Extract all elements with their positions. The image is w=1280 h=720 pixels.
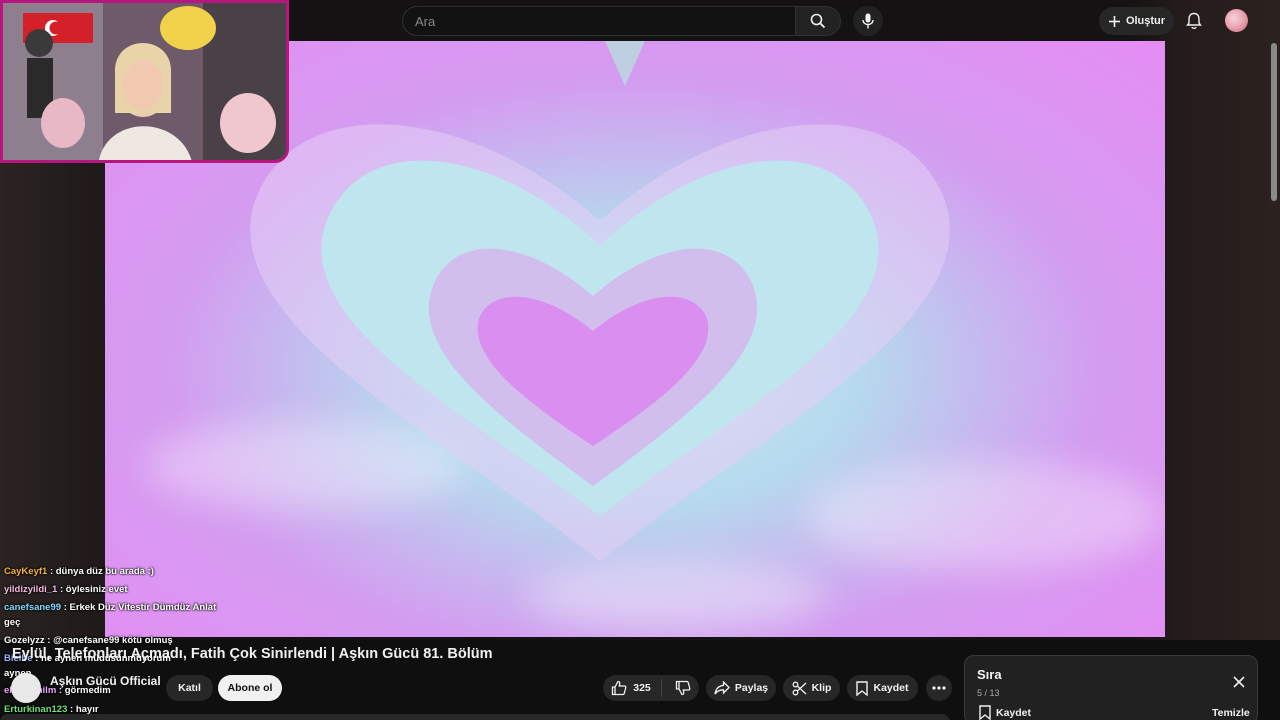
share-button[interactable]: Paylaş (706, 675, 776, 701)
youtube-watch-page: Oluştur CayKeyf1 : dünya düz bu arada :)… (0, 0, 1280, 720)
account-avatar[interactable] (1225, 9, 1248, 32)
more-horizontal-icon (932, 686, 946, 690)
search-input[interactable] (403, 7, 796, 35)
search-icon (810, 13, 826, 29)
page-scrollbar[interactable] (1271, 43, 1277, 201)
video-title: Eylül, Telefonları Açmadı, Fatih Çok Sin… (12, 646, 493, 662)
scissors-icon (792, 681, 807, 695)
description-box[interactable] (0, 714, 950, 720)
create-label: Oluştur (1125, 15, 1166, 27)
close-icon[interactable] (1231, 674, 1247, 690)
channel-avatar[interactable] (11, 673, 41, 703)
queue-title: Sıra (977, 667, 1002, 682)
clip-label: Klip (811, 682, 832, 694)
voice-search-button[interactable] (853, 6, 883, 36)
queue-save-button[interactable]: Kaydet (979, 705, 1031, 720)
search-box (402, 6, 796, 36)
bookmark-icon (856, 680, 869, 696)
clip-button[interactable]: Klip (783, 675, 840, 701)
notifications-button[interactable] (1182, 9, 1206, 33)
create-button[interactable]: Oluştur (1099, 7, 1174, 35)
bell-icon (1186, 12, 1202, 30)
chat-username: canefsane99 (4, 602, 62, 613)
share-label: Paylaş (734, 682, 769, 694)
chat-text: : öylesiniz evet (59, 584, 128, 595)
microphone-icon (862, 13, 874, 29)
chat-text: : @canefsane99 kötü olmuş (47, 635, 173, 646)
chat-message: canefsane99 : Erkek Düz Vitestir Dümdüz … (4, 602, 216, 614)
queue-count: 5 / 13 (977, 688, 1000, 698)
chat-text: : dünya düz bu arada :) (49, 566, 154, 577)
thumbs-down-icon (675, 680, 691, 696)
chat-message: yildizyildi_1 : öylesiniz evet (4, 584, 128, 596)
chat-text: : Erkek Düz Vitestir Dümdüz Anlat (63, 602, 217, 613)
bookmark-icon (979, 705, 991, 720)
chat-username: CayKeyf1 (4, 566, 48, 577)
search-button[interactable] (795, 6, 841, 36)
save-button[interactable]: Kaydet (847, 675, 918, 701)
dislike-button[interactable] (667, 680, 691, 696)
chat-message: geç (4, 617, 20, 629)
plus-icon (1108, 15, 1120, 27)
queue-clear-button[interactable]: Temizle (1212, 707, 1250, 719)
join-button[interactable]: Katıl (166, 675, 213, 701)
thumbs-up-icon (612, 680, 627, 696)
like-dislike-group: 325 (603, 675, 699, 701)
more-actions-button[interactable] (926, 675, 952, 701)
queue-panel: Sıra 5 / 13 Kaydet Temizle (964, 655, 1258, 720)
chat-username: yildizyildi_1 (4, 584, 58, 595)
like-count: 325 (633, 682, 651, 694)
chat-username: Gozelyzz (4, 635, 45, 646)
queue-save-label: Kaydet (996, 706, 1032, 719)
save-label: Kaydet (873, 682, 909, 694)
subscribe-button[interactable]: Abone ol (218, 675, 282, 701)
share-icon (714, 681, 730, 695)
top-bar: Oluştur (0, 0, 1280, 41)
chat-message: CayKeyf1 : dünya düz bu arada :) (4, 566, 154, 578)
like-button[interactable]: 325 (611, 679, 662, 697)
chat-text: geç (4, 617, 21, 628)
channel-name[interactable]: Aşkın Gücü Official (50, 674, 161, 688)
